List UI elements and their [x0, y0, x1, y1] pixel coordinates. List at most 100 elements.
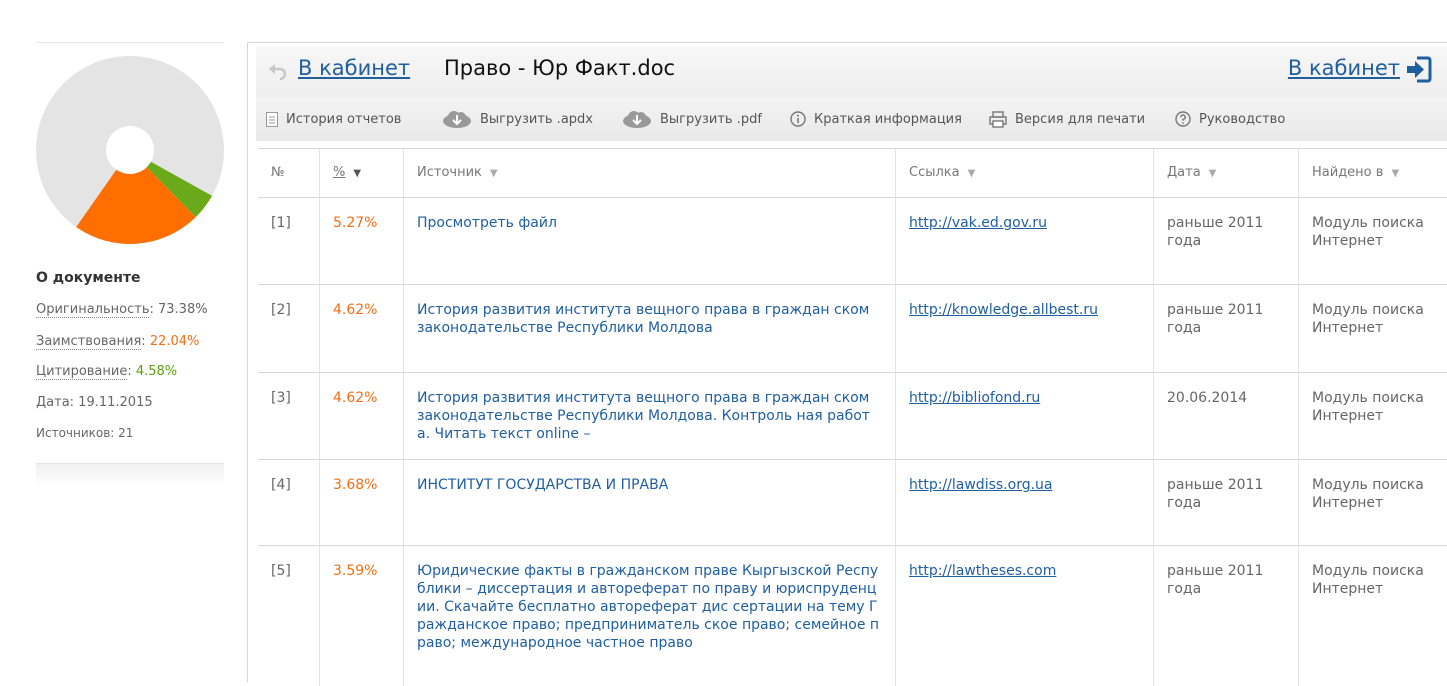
- cloud-download-icon: [443, 111, 471, 128]
- row-date: раньше 2011 года: [1153, 198, 1298, 284]
- pie-svg: [35, 56, 224, 244]
- row-link-cell: http://knowledge.allbest.ru: [895, 285, 1153, 372]
- brief-info-label: Краткая информация: [814, 111, 962, 127]
- document-icon: [266, 111, 278, 127]
- row-percent: 3.68%: [319, 460, 403, 545]
- originality-value: 73.38%: [158, 302, 208, 317]
- row-link[interactable]: http://knowledge.allbest.ru: [909, 302, 1098, 318]
- row-link-cell: http://lawtheses.com: [895, 546, 1153, 686]
- cloud-download-icon: [623, 111, 651, 128]
- col-header-num: №: [258, 149, 319, 197]
- borrowing-label[interactable]: Заимствования: [36, 334, 142, 350]
- col-header-date[interactable]: Дата ▼: [1153, 149, 1298, 197]
- printer-icon: [989, 110, 1007, 128]
- doc-info-title: О документе: [36, 270, 141, 286]
- sort-arrow-icon[interactable]: ▼: [1391, 168, 1399, 179]
- enter-cabinet-icon[interactable]: [1405, 56, 1432, 83]
- originality-row: Оригинальность: 73.38%: [36, 302, 208, 318]
- back-to-cabinet-link-right[interactable]: В кабинет: [1288, 56, 1400, 80]
- row-found-in: Модуль поиска Интернет: [1298, 198, 1447, 284]
- col-header-found-in[interactable]: Найдено в ▼: [1298, 149, 1447, 197]
- row-number: [2]: [271, 302, 291, 318]
- sources-table: № % ▼ Источник ▼ Ссылка ▼ Дата ▼ Найдено в ▼ …: [258, 148, 1447, 686]
- col-header-link[interactable]: Ссылка ▼: [895, 149, 1153, 197]
- col-header-found-in-label[interactable]: Найдено в: [1312, 165, 1383, 180]
- export-apdx-button[interactable]: Выгрузить .apdx: [442, 109, 593, 129]
- row-date: раньше 2011 года: [1153, 546, 1298, 686]
- originality-label[interactable]: Оригинальность: [36, 302, 150, 318]
- guide-label: Руководство: [1199, 111, 1286, 127]
- sort-arrow-icon[interactable]: ▼: [1209, 168, 1217, 179]
- colon: :: [127, 364, 136, 379]
- table-row: [5] 3.59% Юридические факты в гражданско…: [258, 546, 1447, 686]
- row-link-cell: http://vak.ed.gov.ru: [895, 198, 1153, 284]
- sources-count-row: Источников: 21: [36, 426, 134, 440]
- row-source[interactable]: ИНСТИТУТ ГОСУДАРСТВА И ПРАВА: [403, 460, 895, 545]
- row-link[interactable]: http://lawdiss.org.ua: [909, 477, 1053, 493]
- row-found-in: Модуль поиска Интернет: [1298, 285, 1447, 372]
- date-row: Дата: 19.11.2015: [36, 395, 153, 410]
- row-source[interactable]: История развития института вещного права…: [403, 373, 895, 459]
- sort-desc-icon[interactable]: ▼: [353, 168, 361, 179]
- export-pdf-button[interactable]: Выгрузить .pdf: [622, 109, 762, 129]
- guide-button[interactable]: Руководство: [1175, 109, 1285, 129]
- table-row: [3] 4.62% История развития института вещ…: [258, 373, 1447, 460]
- colon: :: [149, 302, 158, 317]
- row-found-in: Модуль поиска Интернет: [1298, 373, 1447, 459]
- row-source[interactable]: История развития института вещного права…: [403, 285, 895, 372]
- table-header: № % ▼ Источник ▼ Ссылка ▼ Дата ▼ Найдено в ▼: [258, 148, 1447, 198]
- row-percent: 5.27%: [319, 198, 403, 284]
- row-number: [5]: [271, 563, 291, 579]
- citation-row: Цитирование: 4.58%: [36, 364, 178, 380]
- row-link[interactable]: http://lawtheses.com: [909, 563, 1056, 579]
- col-header-date-label[interactable]: Дата: [1167, 165, 1201, 180]
- brief-info-button[interactable]: Краткая информация: [790, 109, 962, 129]
- document-summary-panel: О документе Оригинальность: 73.38% Заимс…: [35, 42, 224, 486]
- citation-value: 4.58%: [135, 364, 178, 379]
- row-number: [1]: [271, 215, 291, 231]
- borrowing-row: Заимствования: 22.04%: [36, 334, 200, 350]
- row-date: раньше 2011 года: [1153, 285, 1298, 372]
- col-header-link-label[interactable]: Ссылка: [909, 165, 960, 180]
- citation-label[interactable]: Цитирование: [36, 364, 128, 380]
- row-link-cell: http://bibliofond.ru: [895, 373, 1153, 459]
- row-date: раньше 2011 года: [1153, 460, 1298, 545]
- print-version-label: Версия для печати: [1015, 111, 1146, 127]
- col-header-source[interactable]: Источник ▼: [403, 149, 895, 197]
- colon: :: [141, 334, 150, 349]
- row-percent: 3.59%: [319, 546, 403, 686]
- row-link[interactable]: http://vak.ed.gov.ru: [909, 215, 1047, 231]
- table-row: [1] 5.27% Просмотреть файл http://vak.ed…: [258, 198, 1447, 285]
- col-header-percent-label[interactable]: %: [333, 165, 345, 180]
- info-icon: [790, 111, 806, 127]
- print-version-button[interactable]: Версия для печати: [989, 109, 1145, 129]
- report-titlebar: В кабинет Право - Юр Факт.doc В кабинет: [256, 47, 1447, 97]
- report-content: В кабинет Право - Юр Факт.doc В кабинет …: [256, 47, 1447, 686]
- back-to-cabinet-link[interactable]: В кабинет: [298, 56, 410, 80]
- export-pdf-label: Выгрузить .pdf: [660, 111, 762, 127]
- document-title: Право - Юр Факт.doc: [444, 56, 676, 80]
- back-arrow-icon[interactable]: [266, 59, 288, 81]
- history-label: История отчетов: [286, 111, 402, 127]
- sort-arrow-icon[interactable]: ▼: [490, 168, 498, 179]
- divider: [36, 42, 224, 43]
- help-icon: [1175, 111, 1191, 127]
- row-source[interactable]: Просмотреть файл: [403, 198, 895, 284]
- sort-arrow-icon[interactable]: ▼: [968, 168, 976, 179]
- row-source[interactable]: Юридические факты в гражданском праве Кы…: [403, 546, 895, 686]
- col-header-source-label[interactable]: Источник: [417, 165, 482, 180]
- panel-shadow: [36, 464, 224, 486]
- row-link-cell: http://lawdiss.org.ua: [895, 460, 1153, 545]
- pie-hole: [106, 126, 154, 174]
- row-percent: 4.62%: [319, 285, 403, 372]
- borrowing-value: 22.04%: [149, 334, 200, 349]
- row-link[interactable]: http://bibliofond.ru: [909, 390, 1040, 406]
- export-apdx-label: Выгрузить .apdx: [480, 111, 593, 127]
- row-number: [3]: [271, 390, 291, 406]
- history-button[interactable]: История отчетов: [266, 109, 401, 129]
- row-found-in: Модуль поиска Интернет: [1298, 460, 1447, 545]
- row-percent: 4.62%: [319, 373, 403, 459]
- col-header-percent[interactable]: % ▼: [319, 149, 403, 197]
- col-header-num-label: №: [271, 165, 285, 180]
- report-panel: В кабинет Право - Юр Факт.doc В кабинет …: [247, 42, 1447, 686]
